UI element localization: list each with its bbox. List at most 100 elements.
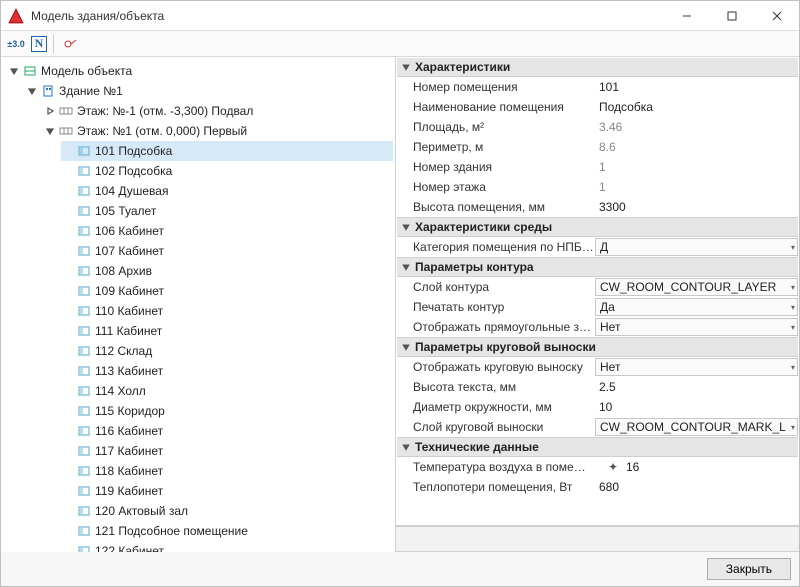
property-grid[interactable]: Характеристики Номер помещения101 Наимен… — [396, 57, 799, 526]
prop-diameter[interactable]: Диаметр окружности, мм10 — [397, 397, 798, 417]
body: Модель объекта Здание №1 — [1, 57, 799, 552]
window: Модель здания/объекта ±3.0 N Модель объе… — [0, 0, 800, 587]
prop-heat-loss[interactable]: Теплопотери помещения, Вт680 — [397, 477, 798, 497]
floor-icon — [59, 124, 73, 138]
tree-label: 107 Кабинет — [95, 242, 164, 260]
tree-label: 114 Холл — [95, 382, 146, 400]
group-header-contour[interactable]: Параметры контура — [397, 257, 798, 277]
prop-building-number: Номер здания1 — [397, 157, 798, 177]
prop-room-number[interactable]: Номер помещения101 — [397, 77, 798, 97]
footer: Закрыть — [1, 552, 799, 586]
prop-room-name[interactable]: Наименование помещенияПодсобка — [397, 97, 798, 117]
room-icon — [77, 444, 91, 458]
room-icon — [77, 424, 91, 438]
prop-circular-layer[interactable]: Слой круговой выноскиCW_ROOM_CONTOUR_MAR… — [397, 417, 798, 437]
prop-height[interactable]: Высота помещения, мм3300 — [397, 197, 798, 217]
tree-room[interactable]: 109 Кабинет — [61, 281, 393, 301]
minimize-button[interactable] — [664, 1, 709, 30]
tree-label: 105 Туалет — [95, 202, 156, 220]
room-icon — [77, 264, 91, 278]
tree-room[interactable]: 110 Кабинет — [61, 301, 393, 321]
tree-room[interactable]: 116 Кабинет — [61, 421, 393, 441]
tree-room[interactable]: 102 Подсобка — [61, 161, 393, 181]
tree-room[interactable]: 101 Подсобка — [61, 141, 393, 161]
tree-room[interactable]: 108 Архив — [61, 261, 393, 281]
close-dialog-button[interactable]: Закрыть — [707, 558, 791, 580]
group-title: Технические данные — [415, 440, 539, 454]
prop-show-circular[interactable]: Отображать круговую выноскуНет▾ — [397, 357, 798, 377]
tree-floor-b1[interactable]: Этаж: №-1 (отм. -3,300) Подвал — [43, 101, 393, 121]
dropdown-icon: ▾ — [791, 283, 795, 292]
collapse-icon[interactable] — [45, 126, 55, 136]
tree-room[interactable]: 107 Кабинет — [61, 241, 393, 261]
tree-panel[interactable]: Модель объекта Здание №1 — [1, 57, 396, 552]
maximize-button[interactable] — [709, 1, 754, 30]
tree-room[interactable]: 122 Кабинет — [61, 541, 393, 552]
prop-category[interactable]: Категория помещения по НПБ 105-03Д▾ — [397, 237, 798, 257]
titlebar: Модель здания/объекта — [1, 1, 799, 31]
prop-print-contour[interactable]: Печатать контурДа▾ — [397, 297, 798, 317]
tree-room[interactable]: 111 Кабинет — [61, 321, 393, 341]
tree-room[interactable]: 119 Кабинет — [61, 481, 393, 501]
prop-rect-zones[interactable]: Отображать прямоугольные зоныНет▾ — [397, 317, 798, 337]
toolbar-level-icon[interactable]: ±3.0 — [5, 33, 27, 55]
prop-floor-number: Номер этажа1 — [397, 177, 798, 197]
group-header-technical[interactable]: Технические данные — [397, 437, 798, 457]
toolbar-marker-icon[interactable] — [60, 33, 82, 55]
tree-room[interactable]: 117 Кабинет — [61, 441, 393, 461]
properties-panel: Характеристики Номер помещения101 Наимен… — [396, 57, 799, 552]
tree-label: 109 Кабинет — [95, 282, 164, 300]
group-title: Параметры контура — [415, 260, 534, 274]
collapse-icon — [401, 342, 411, 352]
tree-room[interactable]: 115 Коридор — [61, 401, 393, 421]
collapse-icon — [401, 442, 411, 452]
tree-label: 110 Кабинет — [95, 302, 163, 320]
tree-room[interactable]: 113 Кабинет — [61, 361, 393, 381]
tree-building[interactable]: Здание №1 — [25, 81, 393, 101]
tree-room[interactable]: 112 Склад — [61, 341, 393, 361]
prop-temperature[interactable]: Температура воздуха в помеще…✦16 — [397, 457, 798, 477]
floor-icon — [59, 104, 73, 118]
tree-room[interactable]: 106 Кабинет — [61, 221, 393, 241]
group-header-environment[interactable]: Характеристики среды — [397, 217, 798, 237]
tree-label: 106 Кабинет — [95, 222, 164, 240]
tree-room[interactable]: 105 Туалет — [61, 201, 393, 221]
tree-room[interactable]: 118 Кабинет — [61, 461, 393, 481]
tree-label: 115 Коридор — [95, 402, 165, 420]
window-title: Модель здания/объекта — [31, 9, 664, 23]
room-icon — [77, 544, 91, 552]
group-header-characteristics[interactable]: Характеристики — [397, 58, 798, 77]
dropdown-icon: ▾ — [791, 243, 795, 252]
prop-area: Площадь, м²3.46 — [397, 117, 798, 137]
group-title: Параметры круговой выноски — [415, 340, 596, 354]
expand-icon[interactable] — [45, 106, 55, 116]
collapse-icon[interactable] — [9, 66, 19, 76]
toolbar-label-icon[interactable]: N — [31, 36, 47, 52]
tree-root[interactable]: Модель объекта — [7, 61, 393, 81]
tree-label: 113 Кабинет — [95, 362, 163, 380]
collapse-icon[interactable] — [27, 86, 37, 96]
tree-label: 118 Кабинет — [95, 462, 163, 480]
collapse-icon — [401, 222, 411, 232]
tree-label: 119 Кабинет — [95, 482, 163, 500]
prop-perimeter: Периметр, м8.6 — [397, 137, 798, 157]
prop-contour-layer[interactable]: Слой контураCW_ROOM_CONTOUR_LAYER▾ — [397, 277, 798, 297]
prop-text-height[interactable]: Высота текста, мм2.5 — [397, 377, 798, 397]
room-icon — [77, 504, 91, 518]
tree-room[interactable]: 114 Холл — [61, 381, 393, 401]
close-button[interactable] — [754, 1, 799, 30]
tree-label: Этаж: №-1 (отм. -3,300) Подвал — [77, 102, 253, 120]
tree-room[interactable]: 121 Подсобное помещение — [61, 521, 393, 541]
tree-floor-1[interactable]: Этаж: №1 (отм. 0,000) Первый — [43, 121, 393, 141]
description-bar — [396, 526, 799, 552]
tree-room[interactable]: 104 Душевая — [61, 181, 393, 201]
room-icon — [77, 144, 91, 158]
group-header-circular[interactable]: Параметры круговой выноски — [397, 337, 798, 357]
room-icon — [77, 184, 91, 198]
tree-label: 108 Архив — [95, 262, 152, 280]
building-icon — [41, 84, 55, 98]
tree-label: Модель объекта — [41, 62, 132, 80]
tree-room[interactable]: 120 Актовый зал — [61, 501, 393, 521]
tree-label: 121 Подсобное помещение — [95, 522, 248, 540]
room-icon — [77, 484, 91, 498]
